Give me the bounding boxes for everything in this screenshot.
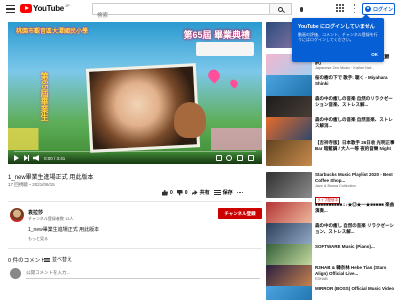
search-input[interactable] [93, 11, 269, 21]
microphone-icon[interactable] [296, 4, 306, 14]
like-count: 0 [170, 189, 173, 196]
heart-decoration [228, 78, 240, 89]
flower-decoration [8, 128, 262, 150]
search-box [92, 3, 270, 21]
fullscreen-icon[interactable] [248, 155, 254, 161]
recommendation-item[interactable]: Starbucks Music Playlist 2020 - Best Cof… [266, 172, 396, 204]
video-meta: 17 回視聴・2021/06/15 [8, 182, 55, 187]
divider [8, 248, 262, 249]
commenter-avatar [10, 268, 21, 279]
login-popup: YouTube にログインしていません 動画の評価、コメント、チャンネル登録を行… [292, 14, 384, 62]
search-icon [278, 6, 283, 12]
recommendation-title: MIRROR (BOSS) Official Music Video [315, 286, 395, 291]
subscribe-button[interactable]: チャンネル登録 [218, 208, 262, 219]
playlist-add-icon [213, 190, 221, 195]
video-actions: 0 0 共有 保存 [162, 189, 244, 196]
recommendation-thumbnail [266, 140, 312, 166]
recommendation-title: 森の中の癒しの音楽 自然音楽、ストレス解消... [315, 117, 393, 128]
next-icon[interactable] [24, 155, 29, 161]
subtitles-icon[interactable] [216, 155, 222, 161]
settings-gear-icon[interactable] [226, 155, 232, 161]
channel-avatar[interactable] [10, 208, 24, 222]
account-icon [365, 6, 371, 12]
like-button[interactable]: 0 [162, 189, 173, 196]
video-title: 1_new畢業生進場正式 用此版本 [8, 175, 94, 181]
recommendation-item[interactable]: 【吉祥寺版】日本歌手 26日收 光明正事 Bar 暗藍調 / 大人一等 夜的音樂… [266, 140, 396, 168]
video-player[interactable]: 桃園市觀音區大潭國民小學 第65屆 畢業典禮 第65屆畢業生 0:00 / 3:… [8, 22, 262, 164]
comments-count: 0 件のコメント [8, 258, 46, 264]
recommendation-thumbnail [266, 172, 312, 198]
hamburger-menu-icon[interactable] [6, 5, 15, 13]
recommendation-channel: R3HAB [315, 277, 328, 281]
logo-text: YouTube [33, 4, 64, 13]
recommendation-channel: Japanese Zen Music · Kaihei Nat... [315, 66, 375, 70]
video-overlay-graduation: 第65屆 畢業典禮 [183, 30, 250, 40]
more-actions-icon[interactable] [236, 191, 244, 194]
logo-region: JP [64, 3, 70, 8]
recommendations-list: Afternoon Jazz Lounge ... 【MV】 x 洋楽歌 演奏作… [266, 22, 396, 300]
apps-grid-icon[interactable] [336, 4, 344, 12]
sort-button[interactable]: 並べ替え [44, 256, 72, 263]
recommendation-title: R3HAB & 韓奈林 Hebe Tian (Stars Align) Offi… [315, 265, 387, 276]
share-label: 共有 [199, 190, 210, 196]
video-overlay-vertical: 第65屆畢業生 [40, 72, 49, 121]
thumb-down-icon [176, 189, 183, 196]
heart-decoration [205, 67, 223, 84]
channel-subscribers: チャンネル登録者数 13人 [28, 216, 74, 221]
recommendation-title: 森の中の癒しの音楽 自然のリラクゼーション音楽、ストレス解... [315, 96, 393, 107]
recommendation-title: 【吉祥寺版】日本歌手 26日收 光明正事 Bar 暗藍調 / 大人一等 夜的音樂… [315, 140, 395, 151]
youtube-logo[interactable]: YouTube JP [20, 3, 70, 13]
thumb-up-icon [162, 189, 168, 196]
popup-body: 動画の評価、コメント、チャンネル登録を行うにはログインしてください。 [298, 32, 378, 42]
top-bar: YouTube JP ログイン [0, 0, 400, 21]
save-button[interactable]: 保存 [213, 189, 233, 196]
recommendation-item[interactable]: MIRROR (BOSS) Official Music Video [266, 286, 396, 300]
sort-icon [44, 257, 50, 262]
search-button[interactable] [270, 3, 292, 15]
recommendation-title: 桜の樹の下で 歌手: 聴く - Miyahara Shinki [315, 75, 388, 86]
video-description: 1_new畢業生進場正式 用此版本 [28, 227, 100, 233]
video-overlay-banner [196, 42, 254, 56]
login-label: ログイン [373, 6, 394, 13]
recommendation-thumbnail [266, 286, 312, 300]
theater-mode-icon[interactable] [237, 155, 243, 161]
time-display: 0:00 / 3:41 [44, 156, 66, 161]
page: YouTube JP ログイン 桃園市觀音區大潭國民小學 第65屆 畢業典禮 第… [0, 0, 400, 300]
sort-label: 並べ替え [52, 257, 73, 263]
play-icon[interactable] [14, 155, 19, 161]
dislike-count: 0 [184, 189, 188, 196]
recommendation-title: 森の中の癒し 自然の音楽 リラクゼーション、ストレス解... [315, 223, 394, 234]
divider [8, 201, 262, 202]
recommendation-title: Starbucks Music Playlist 2020 - Best Cof… [315, 172, 393, 183]
video-overlay-school: 桃園市觀音區大潭國民小學 [16, 29, 89, 35]
youtube-play-icon [20, 4, 32, 13]
recommendation-title: ■■■■■■■■■■♫♪★◎★一★■■■■■ 楽曲演奏... [315, 202, 395, 213]
popup-title: YouTube にログインしていません [298, 24, 375, 30]
dislike-button[interactable]: 0 [176, 189, 188, 196]
channel-name[interactable]: 袁拉莎 [28, 209, 43, 216]
share-icon [191, 190, 198, 195]
recommendation-title: SOFTWARE Music (Piano)... [315, 244, 375, 249]
save-label: 保存 [222, 190, 233, 196]
progress-bar[interactable] [14, 150, 256, 152]
share-button[interactable]: 共有 [191, 189, 210, 196]
show-more-link[interactable]: もっと見る [28, 236, 48, 242]
settings-more-icon[interactable] [353, 4, 356, 13]
popup-ok-button[interactable]: OK [371, 52, 378, 57]
comment-input[interactable]: 公開コメントを入力... [26, 270, 260, 279]
recommendation-channel: Jazz & Bossa Collection [315, 184, 356, 188]
